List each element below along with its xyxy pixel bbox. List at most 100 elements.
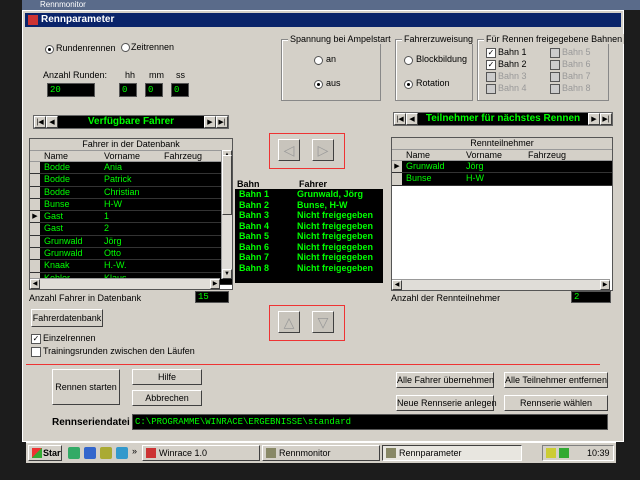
tray-network-icon[interactable]	[546, 448, 556, 458]
table-row[interactable]: ▶ Gast 1	[30, 211, 232, 224]
row-selector[interactable]	[30, 260, 40, 272]
move-up-arrow-icon[interactable]: △	[278, 311, 300, 333]
radio-spannung-aus[interactable]	[314, 80, 323, 89]
checkbox-bahn-7[interactable]	[550, 72, 560, 82]
scroll-down-button[interactable]: ▼	[222, 269, 232, 279]
table-row[interactable]: Bodde Christian	[30, 186, 232, 199]
quicklaunch-desktop-icon[interactable]	[100, 447, 112, 459]
nav-last-button[interactable]: ▶|	[216, 116, 228, 128]
move-left-arrow-icon[interactable]: ◁	[278, 139, 300, 161]
row-selector[interactable]	[30, 248, 40, 260]
rennparameter-icon	[386, 448, 396, 458]
table-row[interactable]: Gast 2	[30, 223, 232, 236]
checkbox-bahn-4[interactable]	[486, 84, 496, 94]
row-selector[interactable]	[392, 173, 402, 185]
outer-window-titlebar: Rennmonitor	[22, 0, 640, 10]
row-selector[interactable]	[30, 174, 40, 186]
assignment-fahrer: Nicht freigegeben	[297, 231, 374, 241]
nav-prev-button[interactable]: ◀	[406, 113, 418, 125]
alle-fahrer-uebernehmen-button[interactable]: Alle Fahrer übernehmen	[396, 372, 494, 388]
checkbox-training[interactable]	[31, 347, 41, 357]
drivers-db-vscroll[interactable]: ▲ ▼	[221, 150, 232, 279]
checkbox-bahn-2[interactable]: ✓	[486, 60, 496, 70]
task-rennmonitor[interactable]: Rennmonitor	[262, 445, 380, 461]
assignment-fahrer: Nicht freigegeben	[297, 262, 374, 273]
cell-vorname: Otto	[104, 248, 122, 259]
label-spannung-aus: aus	[326, 78, 341, 88]
scroll-thumb[interactable]	[222, 155, 232, 215]
rennen-starten-button[interactable]: Rennen starten	[52, 369, 120, 405]
nav-first-button[interactable]: |◀	[34, 116, 46, 128]
label-training: Trainingsrunden zwischen den Läufen	[43, 346, 195, 356]
abbrechen-button[interactable]: Abbrechen	[132, 390, 202, 406]
quicklaunch-more-icon[interactable]: »	[132, 446, 137, 456]
scroll-left-button[interactable]: ◀	[392, 280, 402, 290]
row-selector[interactable]: ▶	[392, 161, 402, 173]
alle-teilnehmer-entfernen-button[interactable]: Alle Teilnehmer entfernen	[504, 372, 608, 388]
fahrerdatenbank-button[interactable]: Fahrerdatenbank	[31, 309, 103, 327]
quicklaunch-outlook-icon[interactable]	[84, 447, 96, 459]
assignment-fahrer: Bunse, H-W	[297, 199, 348, 210]
radio-rotation[interactable]	[404, 80, 413, 89]
radio-rundenrennen[interactable]	[45, 45, 54, 54]
nav-next-button[interactable]: ▶	[204, 116, 216, 128]
hilfe-button[interactable]: Hilfe	[132, 369, 202, 385]
window-titlebar[interactable]: Rennparameter	[25, 13, 621, 27]
table-row[interactable]: Bunse H-W	[392, 173, 612, 186]
nav-prev-button[interactable]: ◀	[46, 116, 58, 128]
scroll-left-button[interactable]: ◀	[30, 279, 40, 289]
table-row[interactable]: Bunse H-W	[30, 198, 232, 212]
checkbox-einzelrennen[interactable]: ✓	[31, 334, 41, 344]
move-down-arrow-icon[interactable]: ▽	[312, 311, 334, 333]
row-selector[interactable]: ▶	[30, 211, 40, 223]
table-row[interactable]: Bodde Patrick	[30, 174, 232, 187]
scroll-right-button[interactable]: ▶	[210, 279, 220, 289]
ss-input[interactable]: 0	[171, 83, 189, 97]
table-row[interactable]: Grunwald Jörg	[30, 235, 232, 249]
series-file-input[interactable]: C:\PROGRAMME\WINRACE\ERGEBNISSE\standard	[132, 414, 608, 430]
row-selector[interactable]	[30, 186, 40, 198]
checkbox-bahn-6[interactable]	[550, 60, 560, 70]
table-row[interactable]: Knaak H.-W.	[30, 260, 232, 273]
nav-last-button[interactable]: ▶|	[600, 113, 612, 125]
assignment-fahrer: Grunwald, Jörg	[297, 189, 364, 199]
task-winrace[interactable]: Winrace 1.0	[142, 445, 260, 461]
nav-first-button[interactable]: |◀	[394, 113, 406, 125]
nav-next-button[interactable]: ▶	[588, 113, 600, 125]
table-row[interactable]: ▶ Grunwald Jörg	[392, 161, 612, 174]
neue-rennserie-button[interactable]: Neue Rennserie anlegen	[396, 395, 497, 411]
scroll-right-button[interactable]: ▶	[600, 280, 610, 290]
quicklaunch-ie-icon[interactable]	[68, 447, 80, 459]
cell-vorname: Christian	[104, 186, 140, 197]
assignment-row: Bahn 8 Nicht freigegeben	[235, 263, 383, 274]
rennserie-waehlen-button[interactable]: Rennserie wählen	[504, 395, 608, 411]
label-bahn-3: Bahn 3	[498, 71, 527, 81]
start-button[interactable]: Start	[28, 445, 62, 461]
participants-grid[interactable]: Rennteilnehmer Name Vorname Fahrzeug ▶ Gr…	[391, 137, 613, 291]
radio-spannung-an[interactable]	[314, 56, 323, 65]
quicklaunch-media-icon[interactable]	[116, 447, 128, 459]
radio-blockbildung[interactable]	[404, 56, 413, 65]
tray-volume-icon[interactable]	[559, 448, 569, 458]
spannung-group: Spannung bei Ampelstart an aus	[281, 34, 393, 101]
laps-input[interactable]: 20	[47, 83, 95, 97]
drivers-db-grid[interactable]: Fahrer in der Datenbank Name Vorname Fah…	[29, 138, 233, 290]
table-row[interactable]: Bodde Ania	[30, 162, 232, 175]
task-rennparameter[interactable]: Rennparameter	[382, 445, 522, 461]
table-row[interactable]: Grunwald Otto	[30, 248, 232, 261]
row-selector[interactable]	[30, 223, 40, 235]
checkbox-bahn-3[interactable]	[486, 72, 496, 82]
participants-hscroll[interactable]: ◀ ▶	[392, 279, 610, 290]
checkbox-bahn-5[interactable]	[550, 48, 560, 58]
drivers-count-label: Anzahl Fahrer in Datenbank	[29, 293, 142, 303]
radio-zeitrennen[interactable]	[121, 43, 130, 52]
hh-input[interactable]: 0	[119, 83, 137, 97]
mm-input[interactable]: 0	[145, 83, 163, 97]
checkbox-bahn-1[interactable]: ✓	[486, 48, 496, 58]
row-selector[interactable]	[30, 198, 40, 211]
drivers-db-hscroll[interactable]: ◀ ▶	[30, 278, 220, 289]
row-selector[interactable]	[30, 235, 40, 248]
row-selector[interactable]	[30, 162, 40, 174]
checkbox-bahn-8[interactable]	[550, 84, 560, 94]
move-right-arrow-icon[interactable]: ▷	[312, 139, 334, 161]
